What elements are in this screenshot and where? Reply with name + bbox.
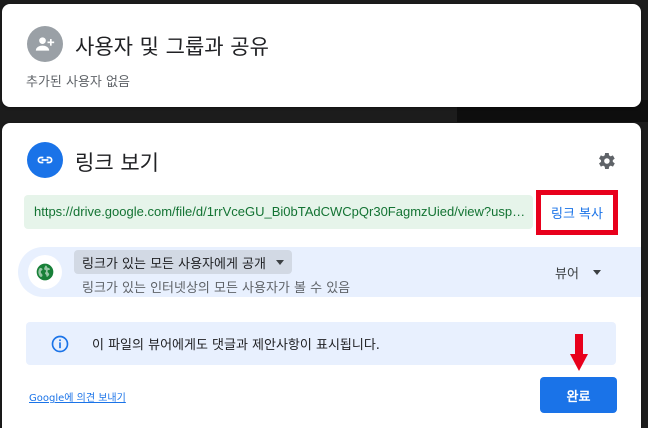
share-title: 사용자 및 그룹과 공유 bbox=[75, 35, 269, 59]
globe-icon bbox=[28, 255, 62, 289]
get-link-card: 링크 보기 https://drive.google.com/file/d/1r… bbox=[2, 123, 641, 428]
general-access-row: 링크가 있는 모든 사용자에게 공개 링크가 있는 인터넷상의 모든 사용자가 … bbox=[18, 247, 641, 297]
copy-link-button[interactable]: 링크 복사 bbox=[541, 195, 613, 230]
access-description: 링크가 있는 인터넷상의 모든 사용자가 볼 수 있음 bbox=[82, 281, 351, 296]
link-icon bbox=[27, 142, 63, 178]
info-banner: 이 파일의 뷰어에게도 댓글과 제안사항이 표시됩니다. bbox=[26, 322, 616, 365]
role-dropdown[interactable]: 뷰어 bbox=[555, 263, 601, 282]
link-url-field[interactable]: https://drive.google.com/file/d/1rrVceGU… bbox=[24, 195, 533, 229]
person-add-icon bbox=[27, 26, 63, 62]
access-level-dropdown[interactable]: 링크가 있는 모든 사용자에게 공개 bbox=[74, 250, 292, 274]
dropdown-arrow-icon bbox=[592, 270, 601, 275]
red-arrow-down-icon bbox=[570, 334, 588, 371]
link-url-text: https://drive.google.com/file/d/1rrVceGU… bbox=[34, 204, 526, 219]
share-people-card: 사용자 및 그룹과 공유 추가된 사용자 없음 bbox=[2, 4, 641, 107]
send-feedback-link[interactable]: Google에 의견 보내기 bbox=[29, 389, 126, 404]
done-button[interactable]: 완료 bbox=[540, 377, 617, 413]
info-text: 이 파일의 뷰어에게도 댓글과 제안사항이 표시됩니다. bbox=[92, 338, 380, 353]
info-icon bbox=[50, 334, 70, 354]
share-subtitle: 추가된 사용자 없음 bbox=[26, 75, 130, 90]
copy-link-highlight: 링크 복사 bbox=[536, 190, 618, 235]
access-level-label: 링크가 있는 모든 사용자에게 공개 bbox=[82, 256, 266, 272]
gear-icon[interactable] bbox=[594, 149, 618, 173]
role-label: 뷰어 bbox=[555, 267, 579, 282]
dropdown-arrow-icon bbox=[275, 259, 284, 265]
link-title: 링크 보기 bbox=[75, 151, 159, 175]
